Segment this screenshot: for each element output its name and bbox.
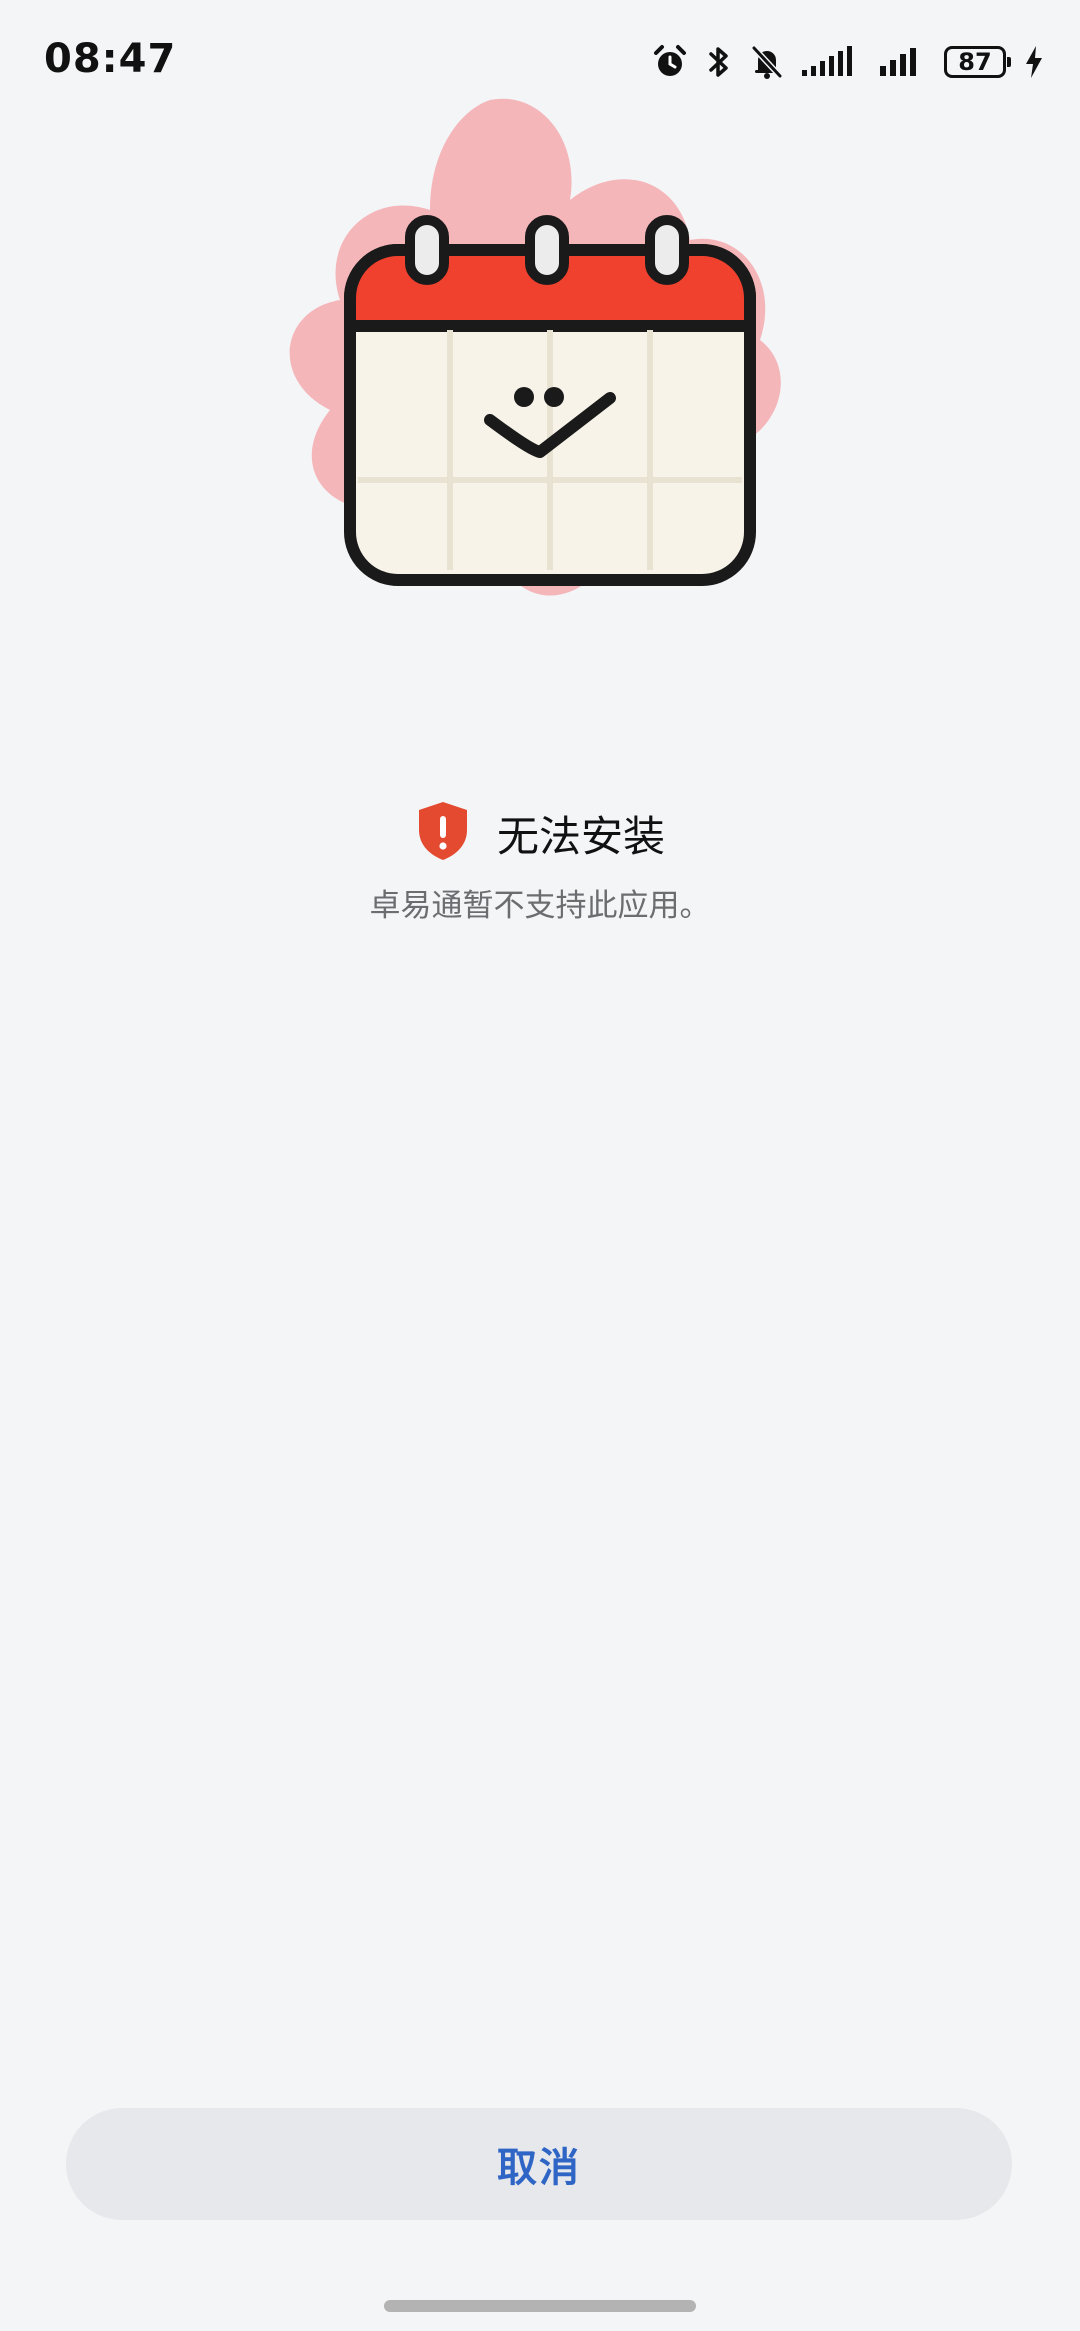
alarm-icon: [652, 44, 688, 80]
status-time: 08:47: [44, 36, 177, 82]
charging-icon: [1024, 45, 1044, 79]
status-icons: 87: [652, 40, 1044, 84]
signal-icon: [880, 46, 926, 78]
signal-icon: [802, 46, 862, 78]
calendar-smiley-illustration: [240, 80, 840, 680]
error-title: 无法安装: [496, 811, 665, 861]
bluetooth-icon: [706, 44, 732, 80]
cancel-button-label: 取消: [497, 2145, 581, 2191]
shield-alert-icon: [415, 800, 471, 866]
bell-muted-icon: [750, 44, 784, 80]
error-message: 卓易通暂不支持此应用。: [369, 888, 711, 924]
cancel-button[interactable]: 取消: [66, 2108, 1012, 2220]
home-indicator[interactable]: [384, 2300, 696, 2312]
battery-level: 87: [958, 48, 992, 76]
battery-icon: 87: [944, 46, 1011, 78]
error-title-row: 无法安装: [0, 800, 1080, 866]
